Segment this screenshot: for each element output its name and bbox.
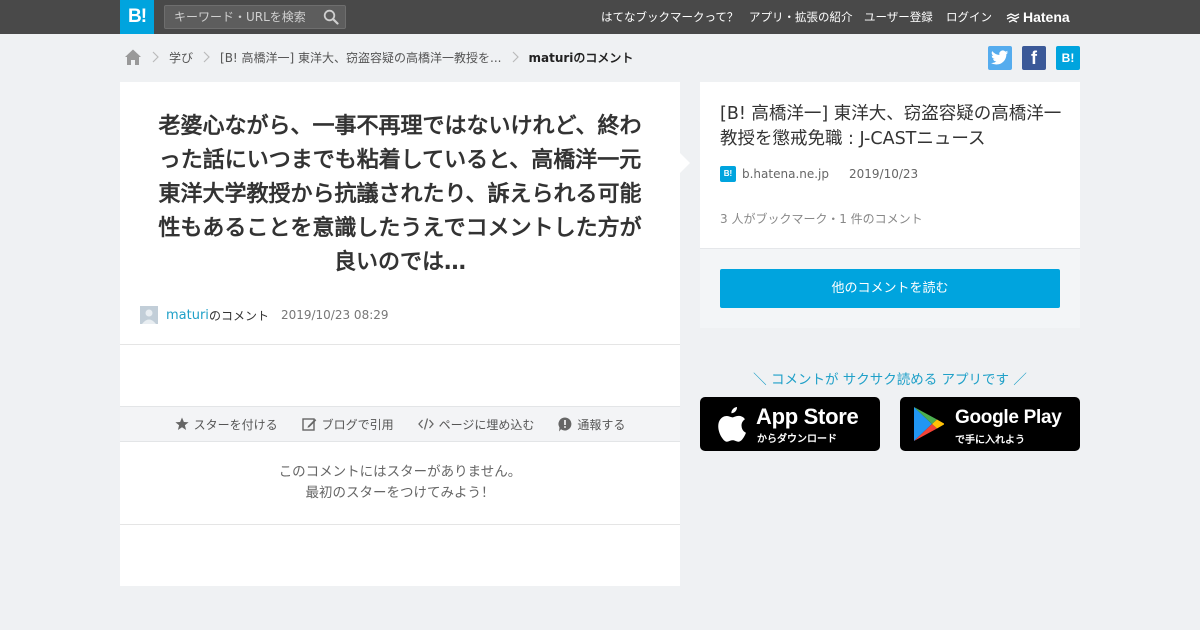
breadcrumb: 学び [B! 高橋洋一] 東洋大、窃盗容疑の高橋洋一教授を... maturiの… — [124, 46, 633, 68]
search-icon[interactable] — [323, 9, 339, 25]
report-icon — [558, 416, 572, 431]
entry-title[interactable]: [B! 高橋洋一] 東洋大、窃盗容疑の高橋洋一教授を懲戒免職 : J-CASTニ… — [720, 102, 1065, 152]
embed-label: ページに埋め込む — [438, 417, 535, 432]
nav-apps[interactable]: アプリ・拡張の紹介 — [749, 0, 853, 34]
google-play-button[interactable]: Google Play で手に入れよう — [900, 397, 1080, 451]
blog-quote-button[interactable]: ブログで引用 — [301, 416, 394, 433]
add-star-button[interactable]: スターを付ける — [174, 416, 278, 433]
share-hatena-button[interactable]: B! — [1056, 46, 1080, 70]
google-play-sublabel: で手に入れよう — [955, 435, 1025, 446]
comment-text: 老婆心ながら、一事不再理ではないけれど、終わった話にいつまでも粘着していると、高… — [158, 114, 642, 275]
comment-label: のコメント — [208, 308, 269, 323]
edit-icon — [301, 417, 316, 431]
comment-meta: maturi のコメント 2019/10/23 08:29 — [140, 305, 389, 325]
hatena-wave-icon — [1006, 13, 1020, 23]
no-stars-line2: 最初のスターをつけてみよう！ — [305, 485, 495, 501]
home-icon[interactable] — [124, 48, 142, 66]
divider — [120, 344, 680, 345]
app-store-sublabel: からダウンロード — [757, 434, 837, 445]
facebook-icon: f — [1031, 48, 1037, 68]
share-facebook-button[interactable]: f — [1022, 46, 1046, 70]
twitter-icon — [991, 50, 1009, 65]
hatena-brand-label: Hatena — [1023, 9, 1070, 25]
chevron-right-icon — [152, 51, 159, 63]
divider — [120, 524, 680, 525]
chevron-right-icon — [512, 51, 519, 63]
comment-actions: スターを付ける ブログで引用 ページに埋め込む 通報する — [120, 406, 680, 442]
google-play-icon — [914, 407, 944, 441]
entry-card: [B! 高橋洋一] 東洋大、窃盗容疑の高橋洋一教授を懲戒免職 : J-CASTニ… — [700, 82, 1080, 328]
breadcrumb-category[interactable]: 学び — [169, 49, 193, 66]
app-store-button[interactable]: App Store からダウンロード — [700, 397, 880, 451]
top-bar: B! はてなブックマークって？ アプリ・拡張の紹介 ユーザー登録 ログイン Ha… — [0, 0, 1200, 34]
breadcrumb-entry[interactable]: [B! 高橋洋一] 東洋大、窃盗容疑の高橋洋一教授を... — [220, 49, 501, 66]
search-input[interactable] — [165, 6, 315, 28]
code-icon — [417, 418, 434, 430]
comment-card: 老婆心ながら、一事不再理ではないけれど、終わった話にいつまでも粘着していると、高… — [120, 82, 680, 586]
no-stars-line1: このコメントにはスターがありません。 — [278, 464, 522, 480]
add-star-label: スターを付ける — [193, 417, 278, 432]
avatar[interactable] — [140, 306, 158, 324]
user-silhouette-icon — [140, 306, 158, 324]
app-tagline: ＼ コメントが サクサク読める アプリです ／ — [753, 372, 1027, 388]
bookmark-counts[interactable]: 3 人がブックマーク・1 件のコメント — [720, 210, 923, 227]
nav-login[interactable]: ログイン — [946, 0, 992, 34]
embed-button[interactable]: ページに埋め込む — [417, 416, 535, 433]
read-other-comments-button[interactable]: 他のコメントを読む — [720, 269, 1060, 308]
apple-icon — [718, 407, 746, 442]
share-twitter-button[interactable] — [988, 46, 1012, 70]
report-button[interactable]: 通報する — [558, 416, 625, 433]
star-icon — [174, 417, 189, 430]
entry-domain[interactable]: b.hatena.ne.jp — [742, 167, 829, 181]
breadcrumb-current: maturiのコメント — [528, 50, 634, 65]
hatena-bookmark-logo[interactable]: B! — [120, 0, 154, 34]
nav-register[interactable]: ユーザー登録 — [864, 0, 933, 34]
site-favicon: B! — [720, 166, 736, 182]
hatena-bookmark-icon: B! — [1061, 51, 1075, 65]
nav-about[interactable]: はてなブックマークって？ — [601, 0, 738, 34]
comment-username[interactable]: maturi — [166, 308, 209, 323]
blog-quote-label: ブログで引用 — [321, 417, 394, 432]
card-pointer — [680, 153, 690, 173]
entry-date: 2019/10/23 — [849, 167, 919, 181]
google-play-label: Google Play — [955, 407, 1062, 428]
more-comments-area: 他のコメントを読む — [700, 248, 1080, 328]
comment-timestamp[interactable]: 2019/10/23 08:29 — [281, 308, 389, 322]
chevron-right-icon — [203, 51, 210, 63]
no-stars-message: このコメントにはスターがありません。 最初のスターをつけてみよう！ — [120, 462, 680, 504]
search-box — [164, 5, 346, 29]
hatena-link[interactable]: Hatena — [1006, 0, 1070, 34]
report-label: 通報する — [577, 417, 626, 432]
app-store-label: App Store — [756, 404, 859, 429]
entry-meta: B! b.hatena.ne.jp 2019/10/23 — [720, 166, 918, 182]
